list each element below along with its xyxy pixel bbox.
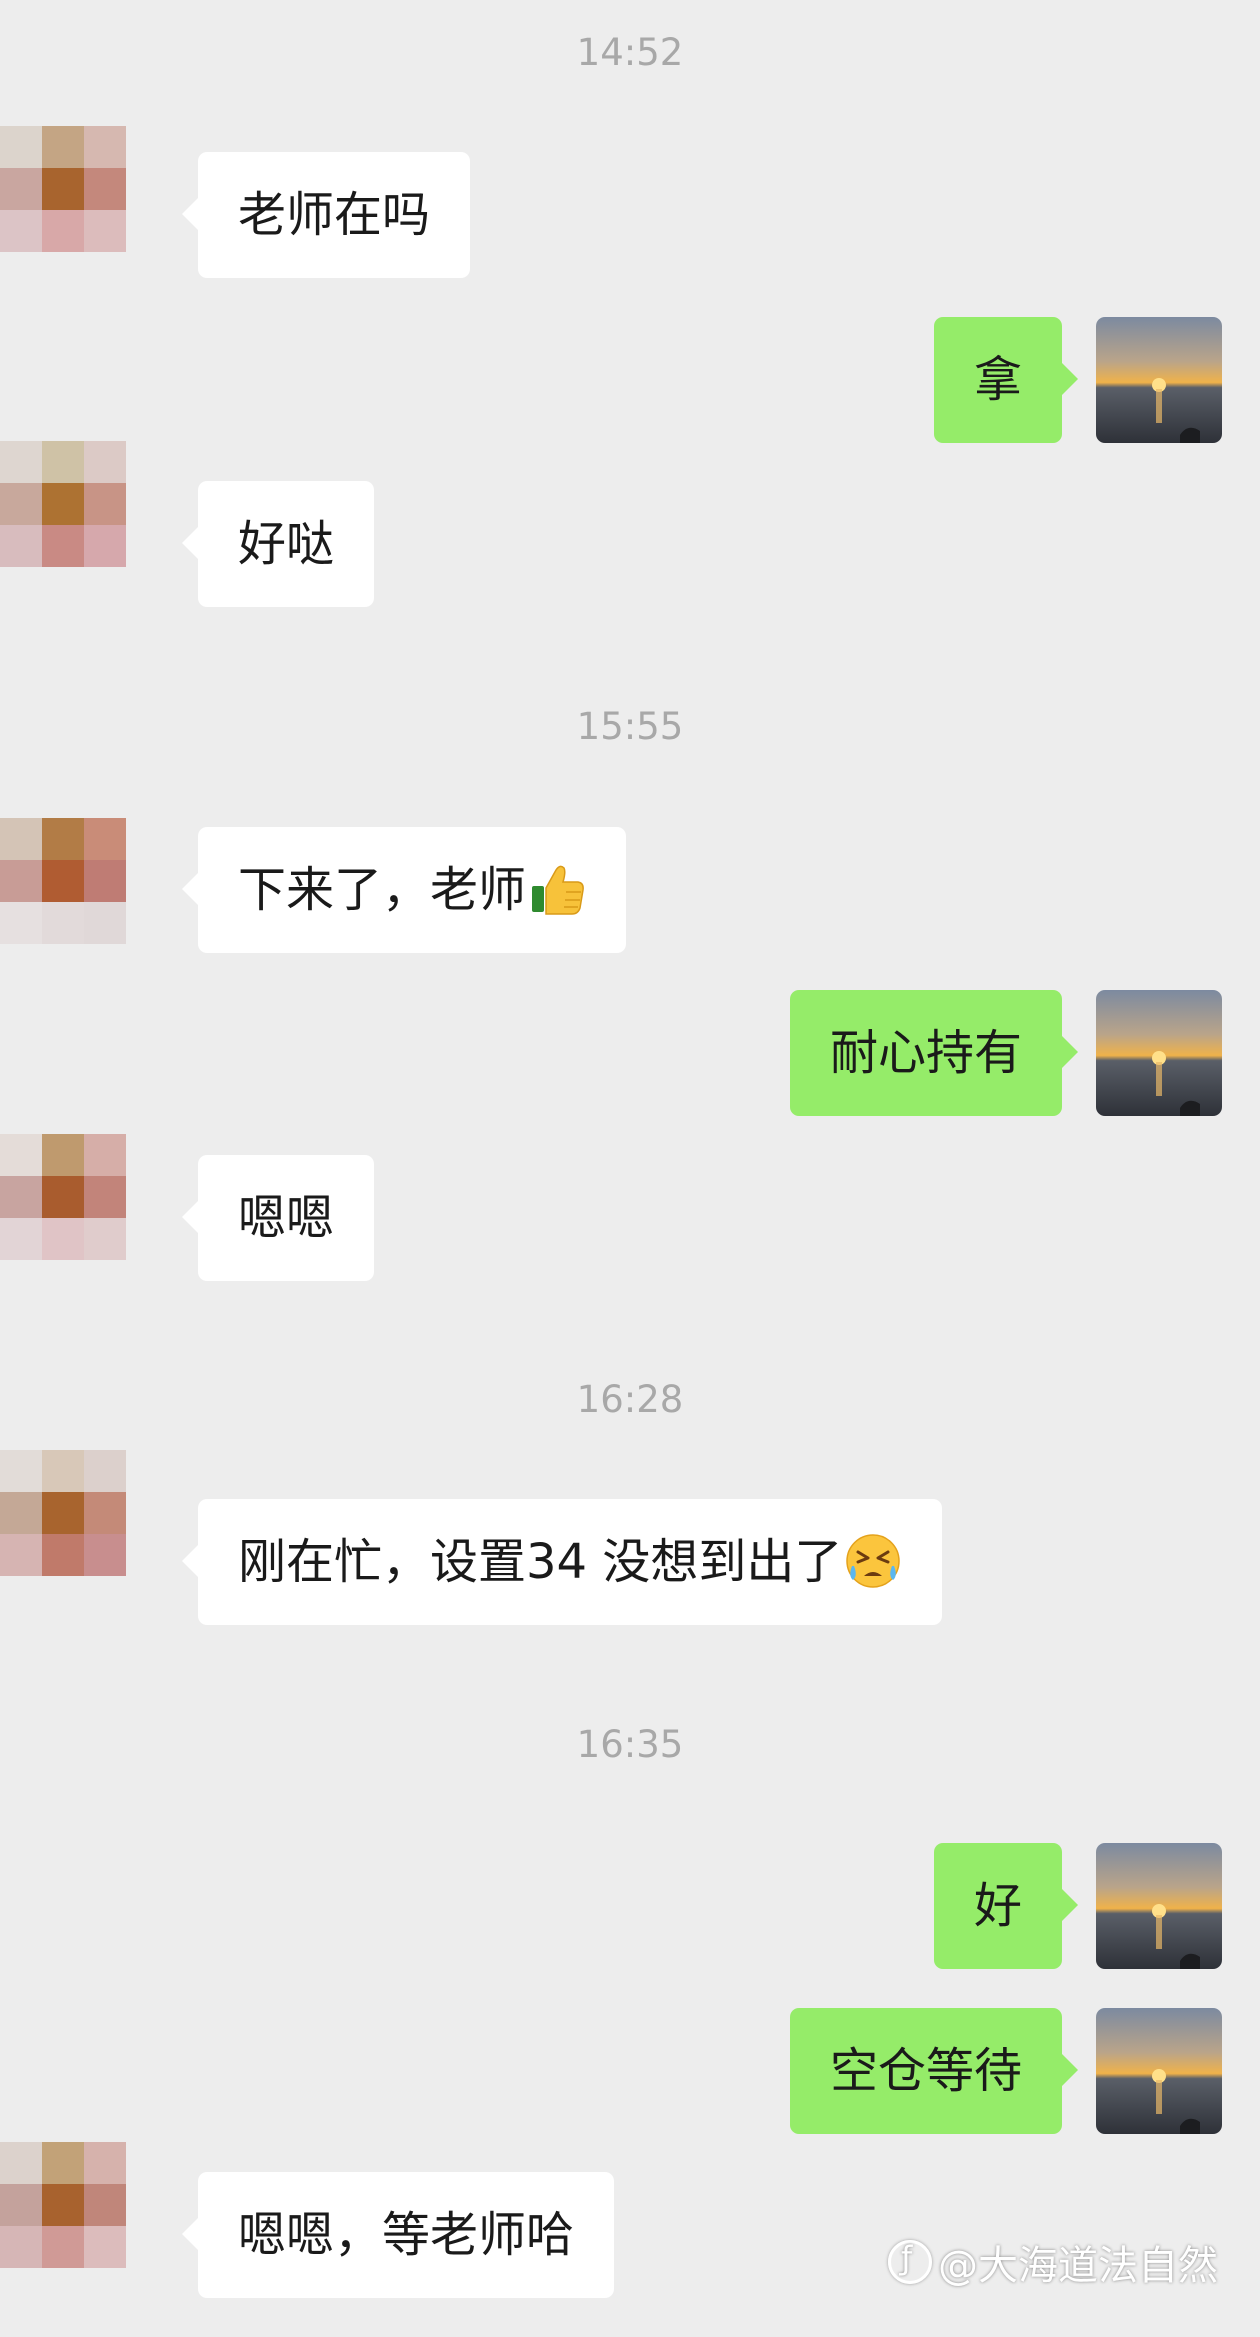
contact-avatar[interactable] — [0, 818, 126, 944]
contact-avatar[interactable] — [0, 2142, 126, 2268]
message-bubble-incoming[interactable]: 老师在吗 — [181, 152, 471, 278]
message-text: 嗯嗯 — [238, 1190, 335, 1246]
message-text: 耐心持有 — [829, 1025, 1022, 1081]
contact-avatar[interactable] — [0, 126, 126, 252]
platform-logo-icon — [888, 2239, 932, 2284]
contact-avatar[interactable] — [0, 1450, 126, 1576]
sunset-sea-avatar-icon — [1096, 1843, 1222, 1969]
message-text: 好 — [973, 1878, 1022, 1934]
contact-avatar[interactable] — [0, 441, 126, 567]
message-text: 空仓等待 — [829, 2043, 1022, 2099]
pixelated-avatar-icon — [0, 2142, 126, 2268]
message-bubble-incoming[interactable]: 下来了，老师 — [181, 827, 627, 953]
message-text: 老师在吗 — [238, 187, 431, 243]
thumbs-up-icon — [532, 865, 584, 915]
message-bubble-outgoing[interactable]: 好 — [933, 1843, 1079, 1969]
pixelated-avatar-icon — [0, 818, 126, 944]
watermark-text: @大海道法自然 — [938, 2243, 1218, 2289]
self-avatar[interactable] — [1096, 2008, 1222, 2134]
timestamp: 16:35 — [576, 1723, 684, 1766]
message-text: 刚在忙，设置34 没想到出了 — [238, 1534, 843, 1590]
message-bubble-outgoing[interactable]: 拿 — [933, 317, 1079, 443]
pixelated-avatar-icon — [0, 441, 126, 567]
pixelated-avatar-icon — [0, 1134, 126, 1260]
message-text: 好哒 — [238, 516, 335, 572]
self-avatar[interactable] — [1096, 317, 1222, 443]
message-text: 嗯嗯，等老师哈 — [238, 2207, 575, 2263]
message-text: 拿 — [973, 352, 1022, 408]
watermark: @大海道法自然 — [888, 2222, 1260, 2302]
message-bubble-incoming[interactable]: 嗯嗯 — [181, 1155, 375, 1281]
sunset-sea-avatar-icon — [1096, 317, 1222, 443]
pixelated-avatar-icon — [0, 1450, 126, 1576]
message-bubble-incoming[interactable]: 嗯嗯，等老师哈 — [181, 2172, 615, 2298]
self-avatar[interactable] — [1096, 990, 1222, 1116]
message-bubble-incoming[interactable]: 刚在忙，设置34 没想到出了 — [181, 1499, 943, 1625]
timestamp: 15:55 — [576, 705, 684, 748]
timestamp: 14:52 — [576, 31, 684, 74]
message-text: 下来了，老师 — [238, 862, 527, 918]
timestamp: 16:28 — [576, 1378, 684, 1421]
crying-face-icon — [846, 1534, 901, 1588]
message-bubble-incoming[interactable]: 好哒 — [181, 481, 375, 607]
sunset-sea-avatar-icon — [1096, 990, 1222, 1116]
sunset-sea-avatar-icon — [1096, 2008, 1222, 2134]
self-avatar[interactable] — [1096, 1843, 1222, 1969]
message-bubble-outgoing[interactable]: 耐心持有 — [789, 990, 1079, 1116]
message-bubble-outgoing[interactable]: 空仓等待 — [789, 2008, 1079, 2134]
pixelated-avatar-icon — [0, 126, 126, 252]
contact-avatar[interactable] — [0, 1134, 126, 1260]
